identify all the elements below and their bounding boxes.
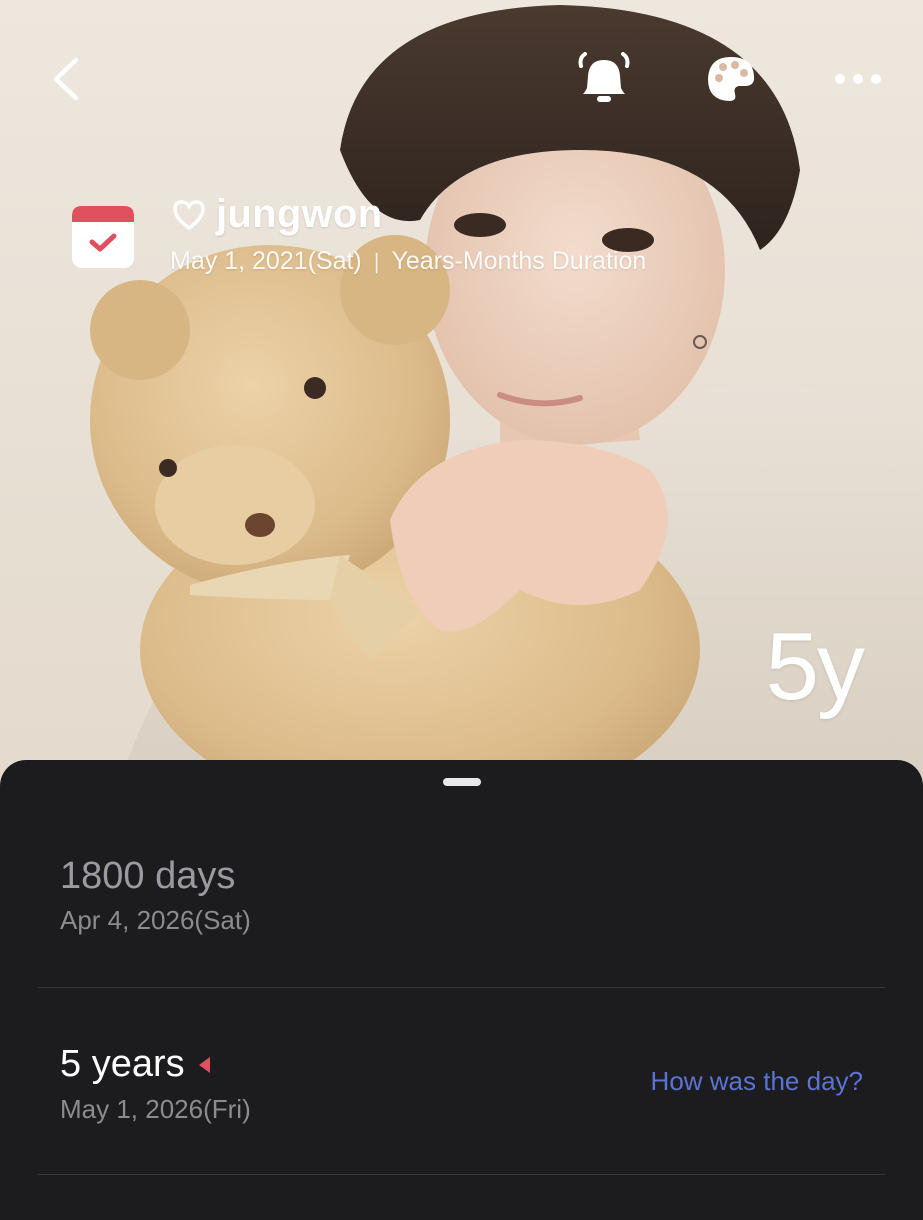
elapsed-count: 5y xyxy=(765,613,865,720)
dday-title-row: jungwon xyxy=(172,192,383,237)
heart-outline-icon xyxy=(173,199,205,230)
theme-button[interactable] xyxy=(702,52,760,106)
alarm-button[interactable] xyxy=(574,50,634,108)
dday-subtitle: May 1, 2021(Sat) | Years-Months Duration xyxy=(170,247,646,276)
back-button[interactable] xyxy=(40,52,90,106)
milestone-title: 1800 days xyxy=(60,855,236,897)
subtitle-separator: | xyxy=(373,248,380,274)
milestone-title-current: 5 years xyxy=(60,1043,210,1086)
row-divider xyxy=(38,1174,885,1175)
milestone-title-text: 5 years xyxy=(60,1043,185,1085)
calendar-icon xyxy=(70,204,136,270)
milestone-date: Apr 4, 2026(Sat) xyxy=(60,905,251,935)
triangle-marker-icon xyxy=(198,1056,210,1073)
start-date: May 1, 2021(Sat) xyxy=(170,247,362,275)
calendar-check-icon xyxy=(72,206,134,268)
more-button[interactable] xyxy=(828,58,888,100)
chevron-left-icon xyxy=(53,57,79,101)
row-divider xyxy=(38,987,885,988)
how-was-the-day-link[interactable]: How was the day? xyxy=(651,1066,863,1097)
sheet-drag-handle[interactable] xyxy=(443,778,481,786)
milestone-sheet xyxy=(0,760,923,1220)
palette-icon xyxy=(708,57,755,101)
dday-title: jungwon xyxy=(216,192,383,236)
more-horizontal-icon xyxy=(835,74,881,84)
count-mode: Years-Months Duration xyxy=(391,247,647,275)
milestone-date-current: May 1, 2026(Fri) xyxy=(60,1094,251,1124)
bell-icon xyxy=(578,52,630,102)
